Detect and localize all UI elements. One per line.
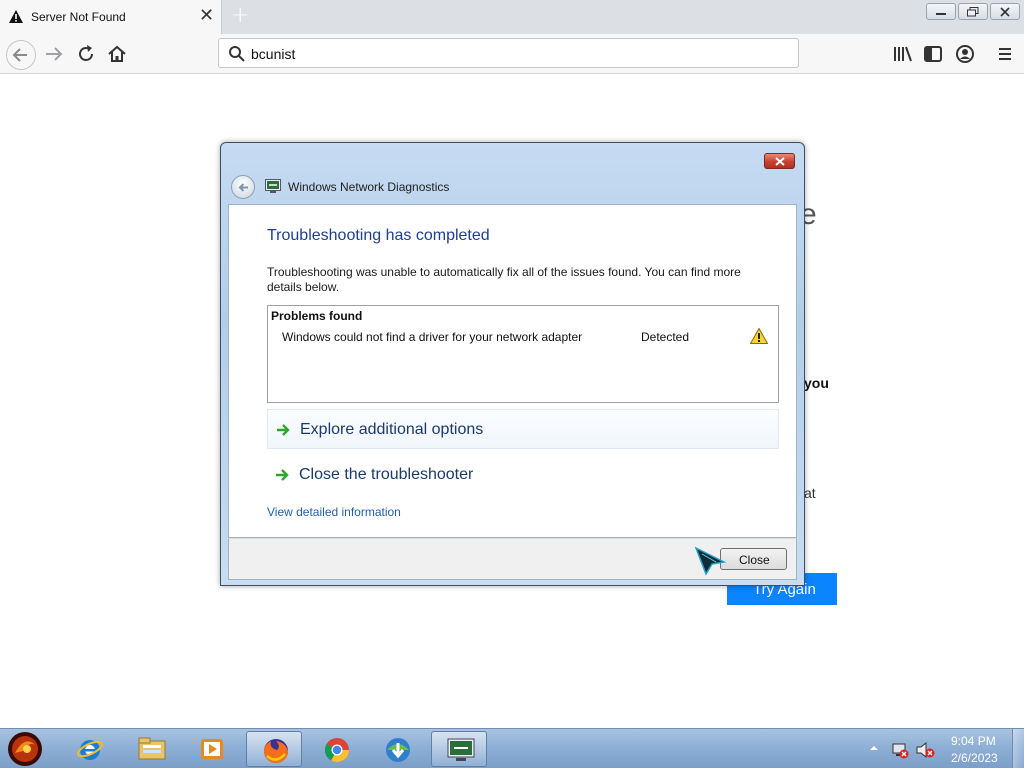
internet-explorer-icon [77, 740, 103, 760]
clock-time[interactable]: 9:04 PM [951, 734, 996, 748]
close-troubleshooter-link[interactable]: Close the troubleshooter [267, 455, 779, 495]
view-detailed-information-link[interactable]: View detailed information [267, 505, 401, 519]
dialog-body: Troubleshooting has completed Troublesho… [228, 204, 797, 538]
error-text-fragment: at [804, 485, 816, 501]
tab-server-not-found[interactable]: Server Not Found ✕ [0, 0, 222, 34]
clock-date[interactable]: 2/6/2023 [951, 751, 998, 765]
forward-icon[interactable] [42, 42, 66, 66]
home-icon[interactable] [105, 42, 129, 66]
warning-icon [750, 328, 768, 344]
problems-header: Problems found [271, 309, 363, 323]
taskbar-chrome[interactable] [308, 731, 364, 767]
taskbar-network-diagnostics[interactable] [431, 731, 487, 767]
network-diagnostics-dialog: Windows Network Diagnostics Troubleshoot… [220, 142, 805, 586]
taskbar-media-player[interactable] [184, 731, 240, 767]
network-diagnostics-icon [265, 179, 281, 193]
start-button[interactable] [5, 731, 47, 767]
url-input[interactable] [251, 44, 751, 64]
dialog-close-icon[interactable] [764, 153, 795, 169]
taskbar: 9:04 PM 2/6/2023 [0, 728, 1024, 768]
taskbar-file-explorer[interactable] [123, 731, 179, 767]
network-diagnostics-icon [447, 738, 475, 761]
tab-bar: Server Not Found ✕ + [0, 0, 1024, 34]
network-status-icon[interactable] [891, 741, 909, 759]
volume-muted-icon[interactable] [915, 741, 935, 759]
explore-options-link[interactable]: Explore additional options [267, 409, 779, 449]
dialog-heading: Troubleshooting has completed [267, 227, 490, 244]
search-icon [229, 46, 245, 62]
show-desktop-button[interactable] [1012, 729, 1024, 768]
nav-bar [0, 34, 1024, 74]
problems-list: Problems found Windows could not find a … [267, 305, 779, 403]
show-hidden-icons-icon[interactable] [869, 743, 879, 753]
problem-text: Windows could not find a driver for your… [282, 330, 583, 344]
file-explorer-icon [138, 737, 166, 760]
back-icon[interactable] [6, 40, 36, 70]
close-troubleshooter-label: Close the troubleshooter [299, 466, 474, 483]
account-icon[interactable] [953, 42, 977, 66]
green-arrow-icon [277, 424, 290, 436]
taskbar-download-manager[interactable] [369, 731, 425, 767]
explore-options-label: Explore additional options [300, 421, 484, 438]
sidebar-icon[interactable] [921, 42, 945, 66]
chrome-icon [324, 738, 349, 763]
green-arrow-icon [276, 469, 289, 481]
reload-icon[interactable] [74, 42, 98, 66]
new-tab-icon[interactable]: + [231, 4, 249, 28]
taskbar-firefox[interactable] [246, 731, 302, 767]
mouse-cursor-icon [694, 546, 727, 576]
menu-icon[interactable] [993, 42, 1017, 66]
tab-close-icon[interactable]: ✕ [199, 6, 214, 26]
window-close-button[interactable] [990, 3, 1020, 20]
start-orb-icon [8, 732, 42, 766]
taskbar-internet-explorer[interactable] [62, 731, 118, 767]
library-icon[interactable] [890, 42, 914, 66]
media-player-icon [201, 739, 223, 759]
url-bar[interactable] [218, 38, 799, 68]
restore-button[interactable] [958, 3, 988, 20]
error-bold-fragment: you [804, 375, 829, 391]
dialog-title: Windows Network Diagnostics [288, 180, 450, 194]
warning-icon [9, 10, 23, 23]
minimize-button[interactable] [926, 3, 956, 20]
firefox-icon [264, 739, 288, 763]
close-button-label: Close [739, 553, 770, 567]
tab-title: Server Not Found [31, 10, 126, 24]
close-button[interactable]: Close [720, 548, 787, 570]
dialog-description: Troubleshooting was unable to automatica… [267, 265, 741, 294]
download-manager-icon [386, 738, 410, 762]
dialog-back-icon[interactable] [231, 175, 255, 199]
problem-status: Detected [641, 330, 690, 344]
